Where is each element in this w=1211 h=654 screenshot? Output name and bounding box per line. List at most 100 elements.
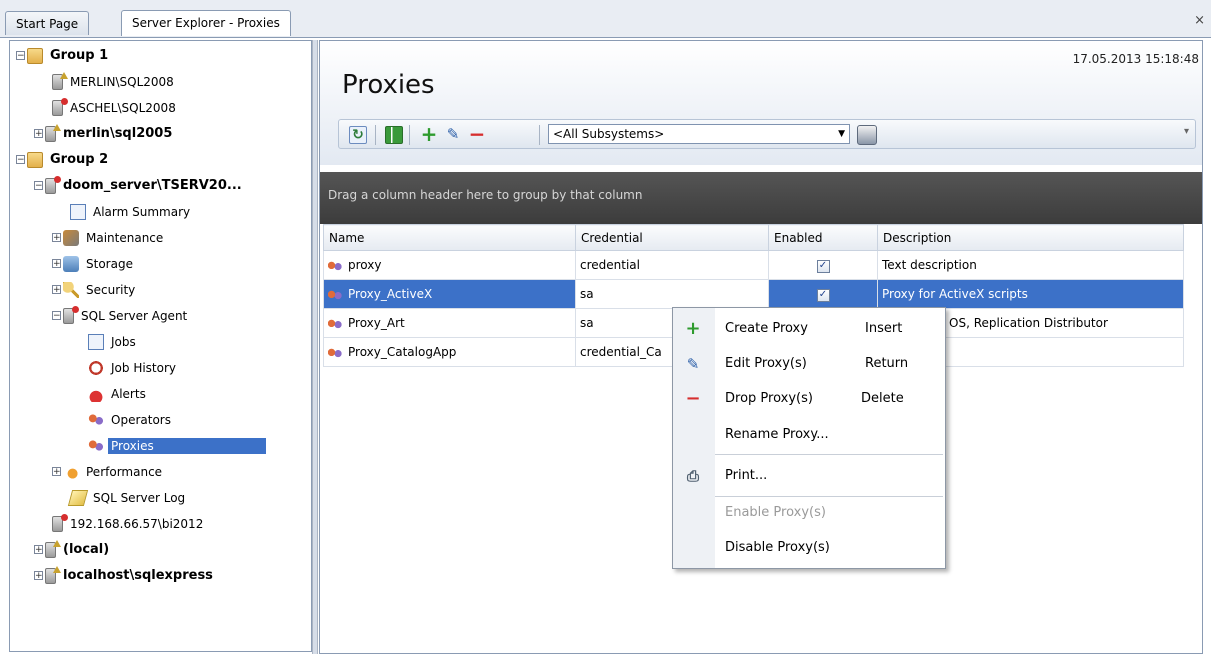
- grid-columns-icon[interactable]: [385, 126, 403, 144]
- server-icon: [52, 71, 68, 90]
- menu-item-label: Drop Proxy(s): [725, 391, 813, 406]
- toolbar-separator: [409, 125, 410, 145]
- tree-node-sql-server-log[interactable]: SQL Server Log: [16, 484, 310, 510]
- tree-node-label: Jobs: [111, 334, 136, 349]
- tree-node-performance[interactable]: + Performance: [16, 458, 310, 484]
- server-icon: [45, 539, 61, 558]
- toolbar-separator: [539, 125, 540, 145]
- tree-node-proxies[interactable]: Proxies: [16, 432, 310, 458]
- description-value: OS, Replication Distributor: [949, 316, 1108, 330]
- tree-node-aschel-sql2008[interactable]: ASCHEL\SQL2008: [16, 94, 310, 120]
- tree-node-job-history[interactable]: Job History: [16, 354, 310, 380]
- folder-icon: [27, 47, 43, 64]
- column-header-description[interactable]: Description: [877, 224, 1184, 251]
- menu-item-enable-proxy: Enable Proxy(s): [673, 496, 945, 530]
- tree-node-label: (local): [63, 541, 110, 557]
- expand-toggle-icon[interactable]: +: [34, 571, 43, 581]
- tree-node-alarm-summary[interactable]: Alarm Summary: [16, 198, 310, 224]
- tree-node-label: Group 1: [50, 47, 109, 63]
- tab-server-explorer-proxies[interactable]: Server Explorer - Proxies: [121, 10, 291, 36]
- expand-toggle-icon[interactable]: +: [52, 233, 61, 243]
- tree-node-sql-server-agent[interactable]: − SQL Server Agent: [16, 302, 310, 328]
- cell-credential[interactable]: sa: [575, 279, 769, 309]
- enabled-checkbox[interactable]: ✓: [816, 289, 830, 302]
- tree-node-operators[interactable]: Operators: [16, 406, 310, 432]
- tree-node-label: Proxies: [108, 437, 266, 454]
- proxy-icon: [328, 317, 342, 330]
- tree-node-label: SQL Server Log: [93, 490, 186, 505]
- printer-icon[interactable]: [857, 125, 877, 145]
- tree-node-local[interactable]: + (local): [16, 536, 310, 562]
- cell-name[interactable]: Proxy_Art: [323, 308, 576, 338]
- menu-item-rename-proxy[interactable]: Rename Proxy...: [673, 418, 945, 452]
- menu-item-drop-proxy[interactable]: − Drop Proxy(s) Delete: [673, 382, 945, 416]
- menu-item-edit-proxy[interactable]: ✎ Edit Proxy(s) Return: [673, 347, 945, 381]
- drop-proxy-icon[interactable]: −: [467, 124, 487, 144]
- grid-header-row: Name Credential Enabled Description: [323, 224, 1184, 251]
- expand-toggle-icon[interactable]: +: [52, 259, 61, 269]
- jobs-icon: [88, 333, 104, 350]
- tree-node-label: Job History: [111, 360, 177, 375]
- expand-toggle-icon[interactable]: +: [34, 129, 43, 139]
- expand-toggle-icon[interactable]: +: [34, 545, 43, 555]
- tab-start-page[interactable]: Start Page: [5, 11, 90, 35]
- tree-node-alerts[interactable]: Alerts: [16, 380, 310, 406]
- proxies-icon: [88, 437, 104, 454]
- description-value: Text description: [882, 258, 977, 272]
- column-header-enabled[interactable]: Enabled: [768, 224, 878, 251]
- collapse-toggle-icon[interactable]: −: [16, 155, 25, 165]
- tree-node-group-1[interactable]: − Group 1: [16, 42, 310, 68]
- table-row[interactable]: Proxy_ActiveX sa ✓ Proxy for ActiveX scr…: [323, 279, 1184, 309]
- alarm-summary-icon: [70, 203, 86, 220]
- menu-item-disable-proxy[interactable]: Disable Proxy(s): [673, 531, 945, 565]
- expand-toggle-icon[interactable]: +: [52, 467, 61, 477]
- edit-proxy-icon[interactable]: ✎: [443, 124, 463, 144]
- tree-node-localhost-sqlexpress[interactable]: + localhost\sqlexpress: [16, 562, 310, 588]
- tree-node-doom-server[interactable]: − doom_server\TSERV20...: [16, 172, 310, 198]
- subsystem-filter-select[interactable]: <All Subsystems> ▼: [548, 124, 850, 144]
- chevron-down-icon: ▼: [838, 129, 845, 139]
- collapse-toggle-icon[interactable]: −: [52, 311, 61, 321]
- add-icon: +: [685, 318, 701, 339]
- menu-item-label: Print...: [725, 468, 768, 483]
- tree-node-label: Maintenance: [86, 230, 164, 245]
- collapse-toggle-icon[interactable]: −: [34, 181, 43, 191]
- toolbar-overflow-icon[interactable]: ▾: [1184, 126, 1189, 137]
- log-icon: [67, 489, 89, 506]
- menu-item-create-proxy[interactable]: + Create Proxy Insert: [673, 312, 945, 346]
- tree-node-group-2[interactable]: − Group 2: [16, 146, 310, 172]
- menu-item-shortcut: Return: [865, 356, 909, 371]
- tree-node-bi2012[interactable]: 192.168.66.57\bi2012: [16, 510, 310, 536]
- job-history-icon: [88, 359, 104, 376]
- tree-node-merlin-sql2008[interactable]: MERLIN\SQL2008: [16, 68, 310, 94]
- tree-node-merlin-sql2005[interactable]: + merlin\sql2005: [16, 120, 310, 146]
- tree-node-label: localhost\sqlexpress: [63, 567, 213, 583]
- cell-description[interactable]: Proxy for ActiveX scripts: [877, 279, 1184, 309]
- close-tab-icon[interactable]: ×: [1194, 13, 1205, 28]
- cell-enabled[interactable]: ✓: [768, 250, 878, 280]
- tree-node-maintenance[interactable]: + Maintenance: [16, 224, 310, 250]
- cell-enabled[interactable]: ✓: [768, 279, 878, 309]
- tree-node-label: doom_server\TSERV20...: [63, 177, 242, 193]
- cell-credential[interactable]: credential: [575, 250, 769, 280]
- column-header-name[interactable]: Name: [323, 224, 576, 251]
- refresh-icon[interactable]: ↻: [349, 126, 367, 144]
- cell-name[interactable]: Proxy_CatalogApp: [323, 337, 576, 367]
- cell-name[interactable]: proxy: [323, 250, 576, 280]
- tree-node-jobs[interactable]: Jobs: [16, 328, 310, 354]
- add-proxy-icon[interactable]: +: [419, 124, 439, 144]
- expand-toggle-icon[interactable]: +: [52, 285, 61, 295]
- tree-node-security[interactable]: + Security: [16, 276, 310, 302]
- collapse-toggle-icon[interactable]: −: [16, 51, 25, 61]
- enabled-checkbox[interactable]: ✓: [816, 260, 830, 273]
- tree-node-storage[interactable]: + Storage: [16, 250, 310, 276]
- tree-node-label: 192.168.66.57\bi2012: [70, 516, 204, 531]
- menu-item-print[interactable]: ⎙ Print...: [673, 459, 945, 493]
- cell-description[interactable]: Text description: [877, 250, 1184, 280]
- column-header-credential[interactable]: Credential: [575, 224, 769, 251]
- pane-splitter[interactable]: [312, 40, 318, 654]
- performance-icon: [63, 463, 79, 480]
- toolbar-separator: [375, 125, 376, 145]
- cell-name[interactable]: Proxy_ActiveX: [323, 279, 576, 309]
- table-row[interactable]: proxy credential ✓ Text description: [323, 250, 1184, 280]
